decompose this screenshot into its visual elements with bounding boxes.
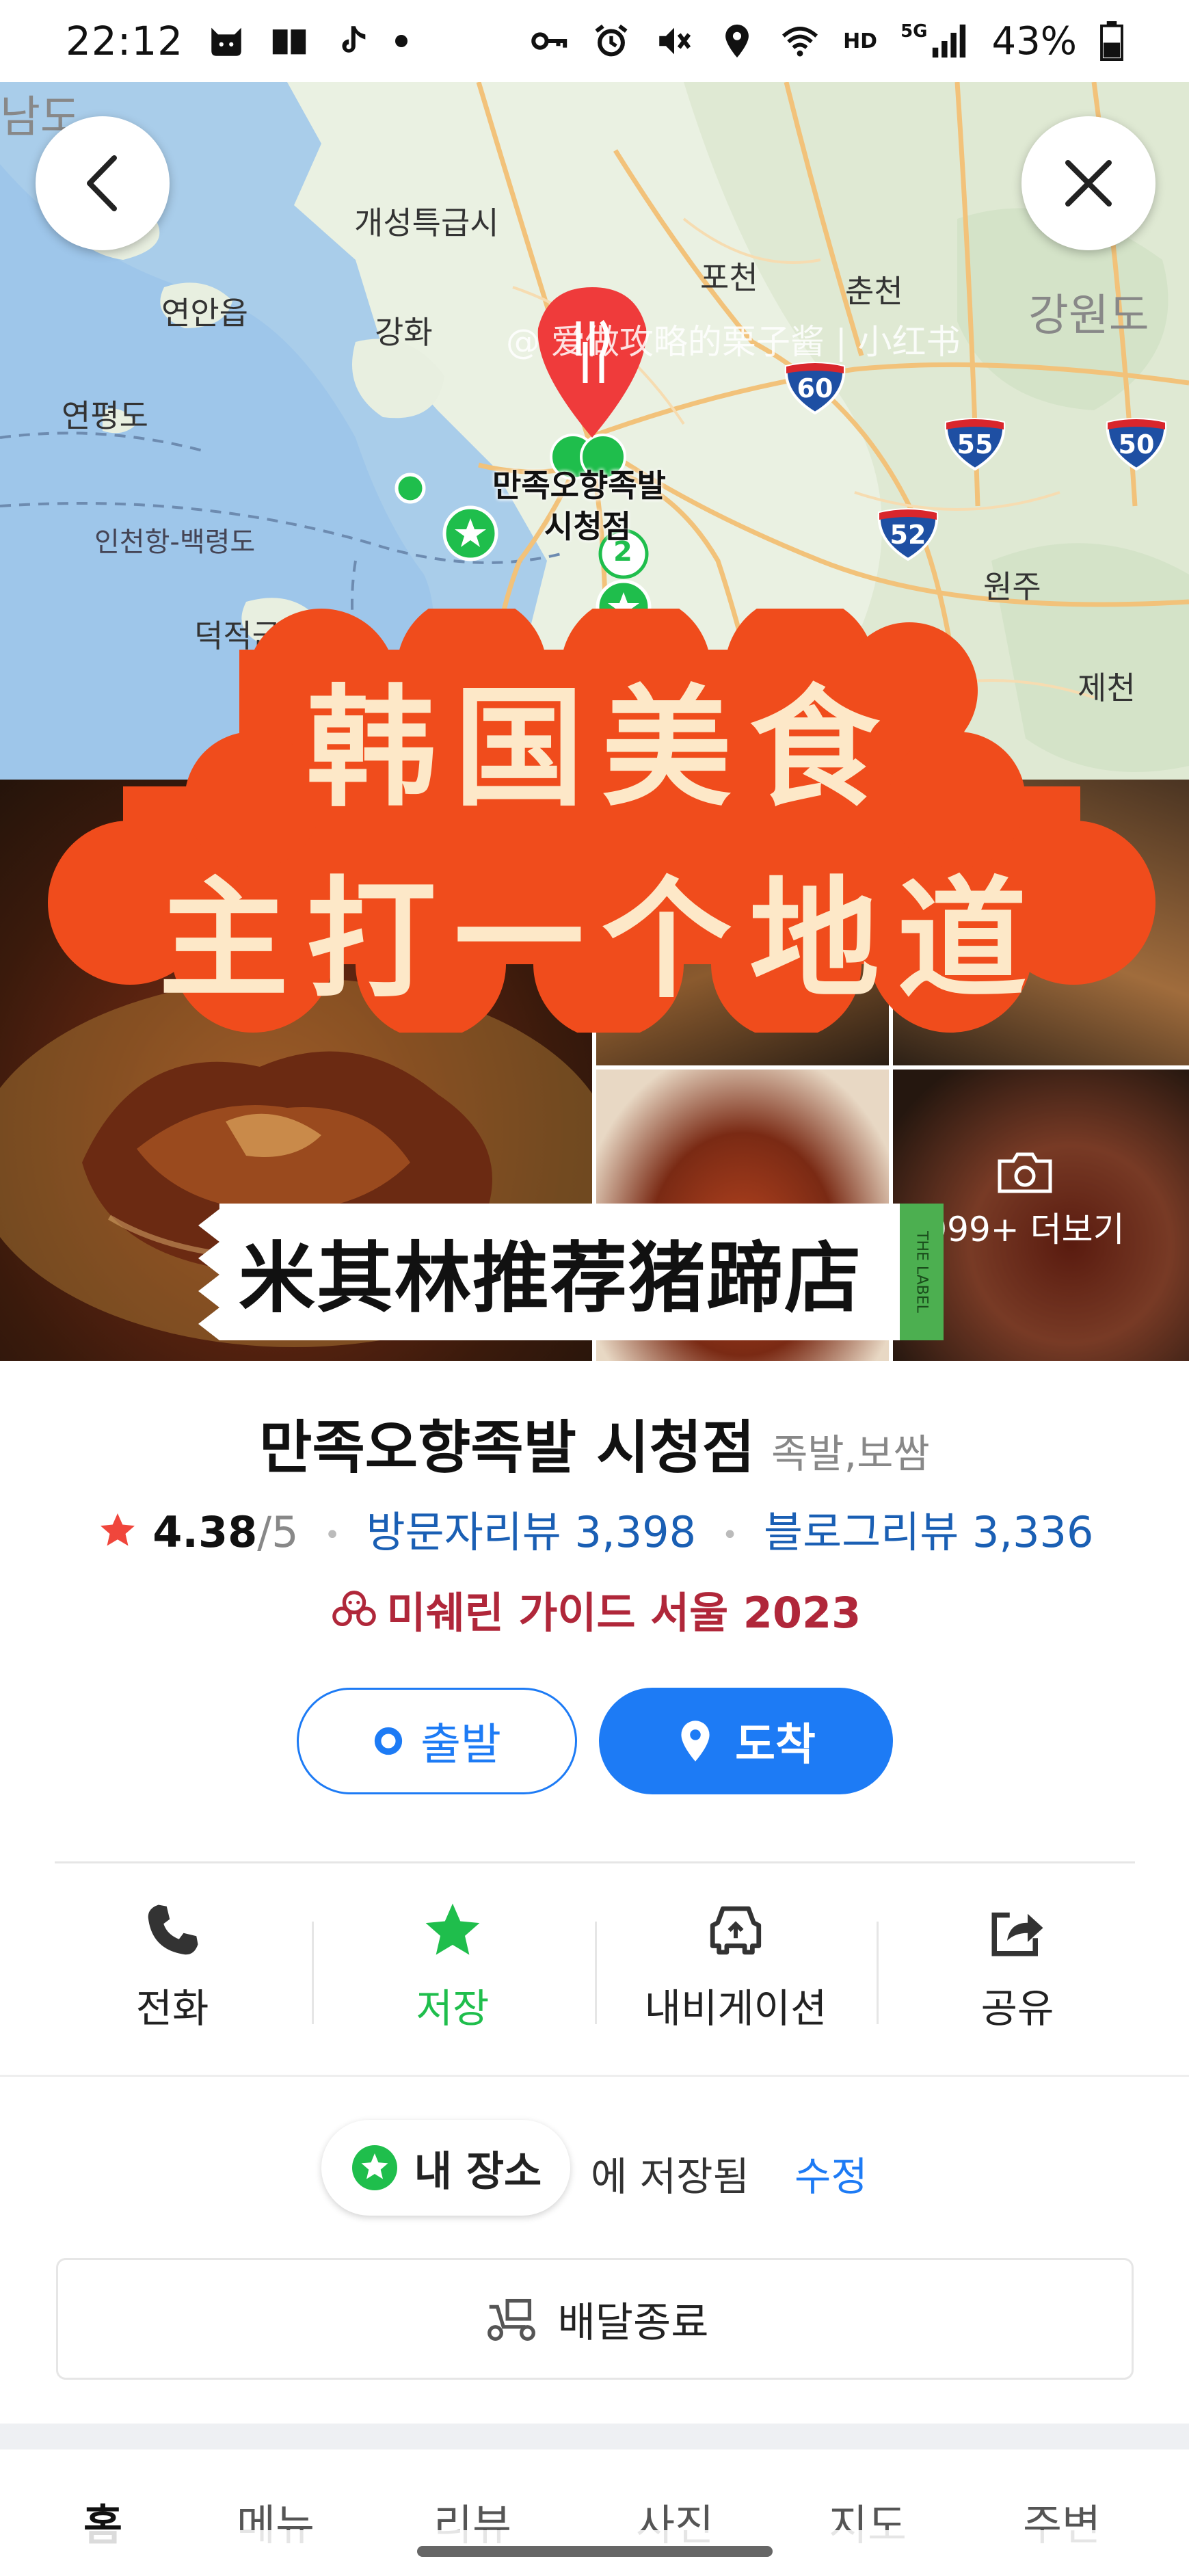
michelin-label: 미쉐린 가이드 서울 2023 bbox=[386, 1588, 861, 1638]
battery-percent: 43% bbox=[991, 18, 1077, 64]
map-label-yeonpyeong: 연평도 bbox=[62, 397, 148, 434]
navigation-button[interactable]: 내비게이션 bbox=[626, 1894, 845, 2045]
map-place-name-line1: 만족오향족발 bbox=[492, 467, 666, 504]
camera-icon bbox=[998, 1152, 1052, 1193]
banner-line-1: 韩国美食 bbox=[306, 672, 897, 824]
destination-pin-icon bbox=[681, 1721, 710, 1762]
delivery-button[interactable]: 배달종료 bbox=[56, 2258, 1134, 2380]
blog-reviews-link[interactable]: 블로그리뷰 3,336 bbox=[764, 1507, 1093, 1557]
status-time: 22:12 bbox=[66, 18, 184, 64]
call-button[interactable]: 전화 bbox=[63, 1894, 282, 2045]
map-label-gangwon: 강원도 bbox=[1028, 291, 1149, 341]
signal-icon bbox=[932, 24, 965, 58]
map-label-incheon-route: 인천항-백령도 bbox=[94, 527, 256, 558]
phone-icon bbox=[148, 1904, 198, 1955]
star-icon bbox=[425, 1903, 480, 1955]
saved-row: 내 장소 에 저장됨 수정 bbox=[0, 2120, 1189, 2216]
my-places-label: 내 장소 bbox=[414, 2147, 542, 2196]
close-button[interactable] bbox=[1021, 116, 1155, 250]
back-button[interactable] bbox=[36, 116, 170, 250]
map-label-ganghwa: 강화 bbox=[375, 314, 433, 351]
navigation-car-icon bbox=[710, 1906, 762, 1955]
delivery-label: 배달종료 bbox=[557, 2298, 709, 2347]
wifi-icon bbox=[782, 27, 818, 57]
network-type: HD bbox=[843, 29, 878, 53]
photo-more-label: 999+ 더보기 bbox=[925, 1210, 1125, 1249]
map-label-chuncheon: 춘천 bbox=[845, 273, 903, 310]
action-bar: 전화 저장 내비게이션 공유 bbox=[0, 1894, 1189, 2045]
highway-shield-52: 52 bbox=[877, 506, 939, 561]
save-button[interactable]: 저장 bbox=[343, 1894, 562, 2045]
map-label-yeonan: 연안읍 bbox=[161, 295, 248, 332]
signal-type: 5G bbox=[900, 21, 928, 42]
divider bbox=[877, 1922, 879, 2024]
watermark-text: @ 爱做攻略的栗子酱 | 小红书 bbox=[506, 322, 961, 362]
tiktok-icon bbox=[342, 26, 366, 53]
rating-row: 4.38/5 • 방문자리뷰 3,398 • 블로그리뷰 3,336 bbox=[0, 1498, 1189, 1559]
michelin-icon bbox=[332, 1591, 376, 1627]
place-name: 만족오향족발 시청점 bbox=[259, 1414, 755, 1481]
visitor-reviews-link[interactable]: 방문자리뷰 3,398 bbox=[366, 1507, 696, 1557]
map-label-gaeseong: 개성특급시 bbox=[354, 204, 499, 241]
key-icon bbox=[531, 32, 567, 50]
michelin-badge[interactable]: 미쉐린 가이드 서울 2023 bbox=[0, 1578, 1189, 1640]
saved-text: 에 저장됨 bbox=[591, 2153, 749, 2200]
label-tab: THE LABEL bbox=[900, 1204, 944, 1340]
saved-star-icon bbox=[351, 2145, 397, 2190]
close-icon bbox=[1065, 160, 1112, 207]
highway-shield-60: 60 bbox=[784, 360, 846, 414]
star-rating-icon bbox=[100, 1513, 135, 1546]
rating-max: /5 bbox=[257, 1507, 299, 1557]
divider bbox=[55, 1861, 1135, 1863]
banner-line-2: 主打一个地道 bbox=[158, 863, 1045, 1015]
chevron-left-icon bbox=[87, 155, 117, 211]
rating-score: 4.38 bbox=[152, 1507, 258, 1557]
map-cluster-count[interactable]: 2 bbox=[613, 536, 632, 568]
section-divider bbox=[0, 2424, 1189, 2449]
navigation-label: 내비게이션 bbox=[644, 1985, 827, 2032]
route-start-button[interactable]: 출발 bbox=[297, 1688, 577, 1794]
highway-shield-50: 50 bbox=[1105, 416, 1168, 470]
divider bbox=[312, 1922, 314, 2024]
notification-dot-icon bbox=[395, 35, 408, 47]
place-category: 족발,보쌈 bbox=[771, 1431, 930, 1477]
delivery-scooter-icon bbox=[487, 2298, 535, 2341]
route-end-label: 도착 bbox=[735, 1720, 816, 1770]
location-icon bbox=[725, 24, 749, 58]
share-icon bbox=[991, 1912, 1043, 1956]
route-end-button[interactable]: 도착 bbox=[599, 1688, 893, 1794]
highway-shield-55: 55 bbox=[944, 416, 1006, 470]
battery-icon bbox=[1100, 21, 1123, 61]
alarm-icon bbox=[595, 24, 628, 57]
divider bbox=[595, 1922, 597, 2024]
promo-banner: 韩国美食 主打一个地道 bbox=[48, 609, 1155, 1033]
divider bbox=[0, 2075, 1189, 2077]
share-button[interactable]: 공유 bbox=[908, 1894, 1127, 2045]
home-indicator[interactable] bbox=[417, 2546, 773, 2557]
edit-link[interactable]: 수정 bbox=[794, 2145, 868, 2202]
cat-app-icon bbox=[211, 27, 241, 56]
separator-dot: • bbox=[324, 1519, 340, 1551]
status-bar: 22:12 HD 5G 43% bbox=[0, 0, 1189, 82]
save-label: 저장 bbox=[416, 1985, 490, 2032]
route-start-label: 출발 bbox=[420, 1720, 501, 1770]
start-point-icon bbox=[374, 1727, 403, 1755]
call-label: 전화 bbox=[135, 1985, 209, 2032]
book-app-icon bbox=[272, 29, 306, 55]
separator-dot: • bbox=[721, 1519, 738, 1551]
recommend-tag: 米其林推荐猪蹄店 bbox=[198, 1204, 903, 1340]
share-label: 공유 bbox=[980, 1985, 1054, 2032]
mute-icon bbox=[659, 27, 691, 55]
my-places-pill[interactable]: 내 장소 bbox=[321, 2120, 570, 2216]
place-title-row: 만족오향족발 시청점 족발,보쌈 bbox=[0, 1402, 1189, 1485]
map-label-wonju: 원주 bbox=[983, 568, 1041, 605]
map-label-pocheon: 포천 bbox=[700, 259, 758, 296]
